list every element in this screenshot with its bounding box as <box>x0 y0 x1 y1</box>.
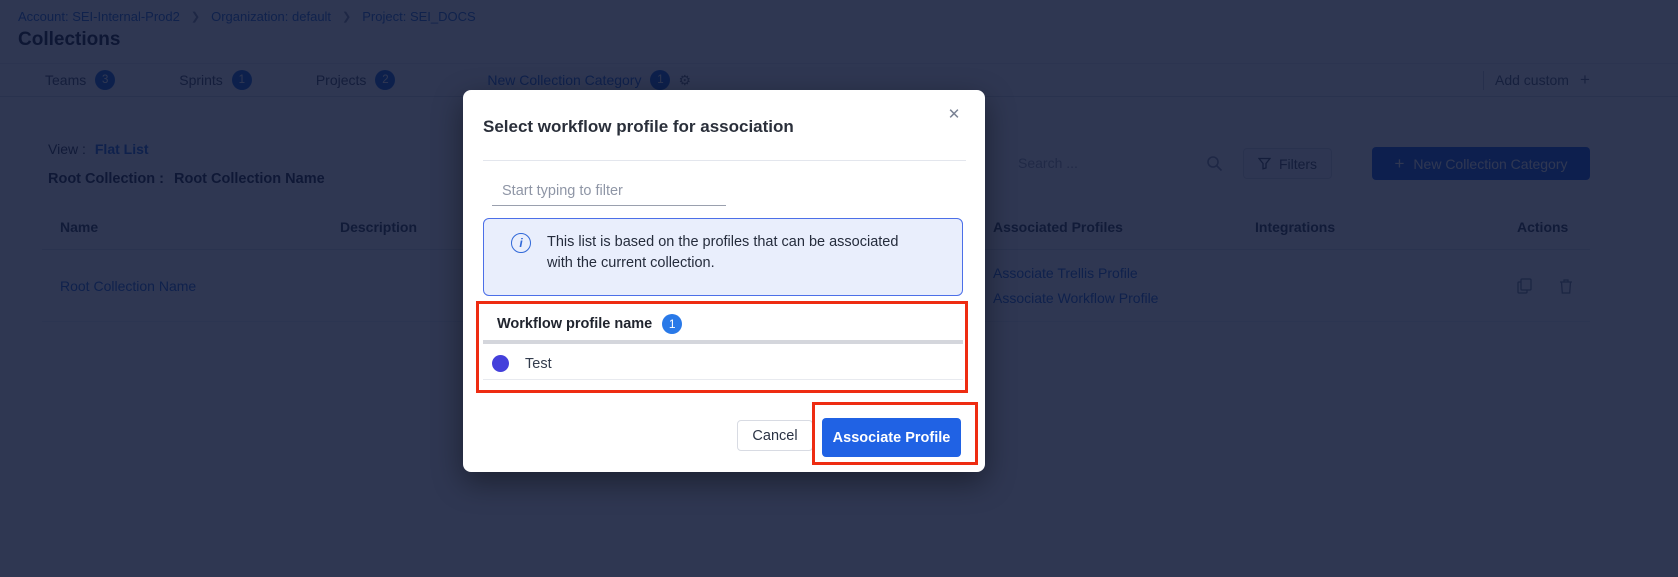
info-icon: i <box>511 233 531 253</box>
close-icon[interactable]: ✕ <box>941 101 967 127</box>
cancel-button[interactable]: Cancel <box>737 420 813 451</box>
radio-selected-icon[interactable] <box>492 355 509 372</box>
associate-profile-button[interactable]: Associate Profile <box>822 418 961 457</box>
profile-option-test[interactable]: Test <box>483 348 963 380</box>
info-callout-text: This list is based on the profiles that … <box>547 232 919 274</box>
divider <box>483 340 963 344</box>
info-callout: i This list is based on the profiles tha… <box>483 218 963 296</box>
list-header-label: Workflow profile name <box>497 316 652 332</box>
select-workflow-profile-dialog: Select workflow profile for association … <box>463 90 985 472</box>
dialog-title: Select workflow profile for association <box>483 117 794 137</box>
screen: Account: SEI-Internal-Prod2 ❯ Organizati… <box>0 0 1678 577</box>
profile-filter-input[interactable] <box>492 176 726 206</box>
profile-option-label: Test <box>525 356 552 372</box>
workflow-profile-list-header: Workflow profile name 1 <box>497 314 682 334</box>
divider <box>483 160 966 161</box>
count-badge: 1 <box>662 314 682 334</box>
